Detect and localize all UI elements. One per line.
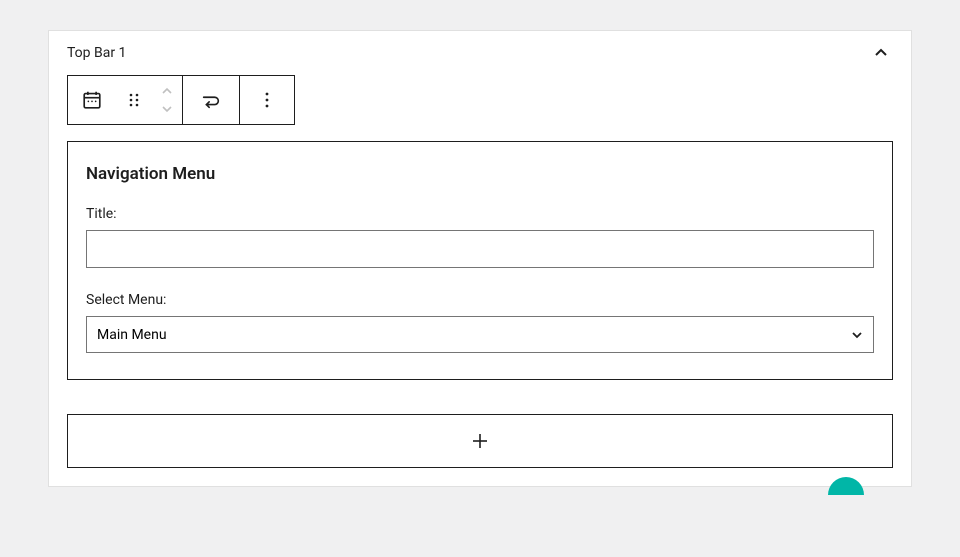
navigation-menu-block: Navigation Menu Title: Select Menu: Main…	[67, 141, 893, 380]
more-options-button[interactable]	[240, 76, 294, 124]
drag-handle-icon	[126, 92, 142, 108]
move-down-button[interactable]	[152, 100, 182, 118]
title-label: Title:	[86, 206, 874, 222]
block-toolbar	[67, 75, 295, 125]
title-input[interactable]	[86, 230, 874, 268]
move-up-button[interactable]	[152, 82, 182, 100]
select-menu-label: Select Menu:	[86, 292, 874, 308]
widget-area-panel: Top Bar 1	[48, 30, 912, 487]
chevron-up-icon	[873, 45, 889, 61]
drag-handle-button[interactable]	[116, 76, 152, 124]
toolbar-group-more	[240, 76, 294, 124]
block-toolbar-row	[49, 65, 911, 141]
panel-title: Top Bar 1	[67, 45, 126, 61]
transform-button[interactable]	[183, 76, 239, 124]
move-up-down	[152, 76, 182, 124]
more-vertical-icon	[259, 90, 275, 110]
chevron-down-icon	[161, 104, 173, 114]
block-type-button[interactable]	[68, 76, 116, 124]
toolbar-group-block	[68, 76, 183, 124]
panel-header: Top Bar 1	[49, 31, 911, 65]
swap-icon	[200, 90, 222, 110]
collapse-toggle[interactable]	[869, 41, 893, 65]
menu-select[interactable]: Main Menu	[86, 316, 874, 353]
calendar-icon	[81, 89, 103, 111]
add-block-button[interactable]	[67, 414, 893, 468]
widget-heading: Navigation Menu	[86, 164, 874, 184]
plus-icon	[469, 430, 491, 452]
chevron-up-icon	[161, 86, 173, 96]
menu-select-wrap: Main Menu	[86, 316, 874, 353]
toolbar-group-transform	[183, 76, 240, 124]
